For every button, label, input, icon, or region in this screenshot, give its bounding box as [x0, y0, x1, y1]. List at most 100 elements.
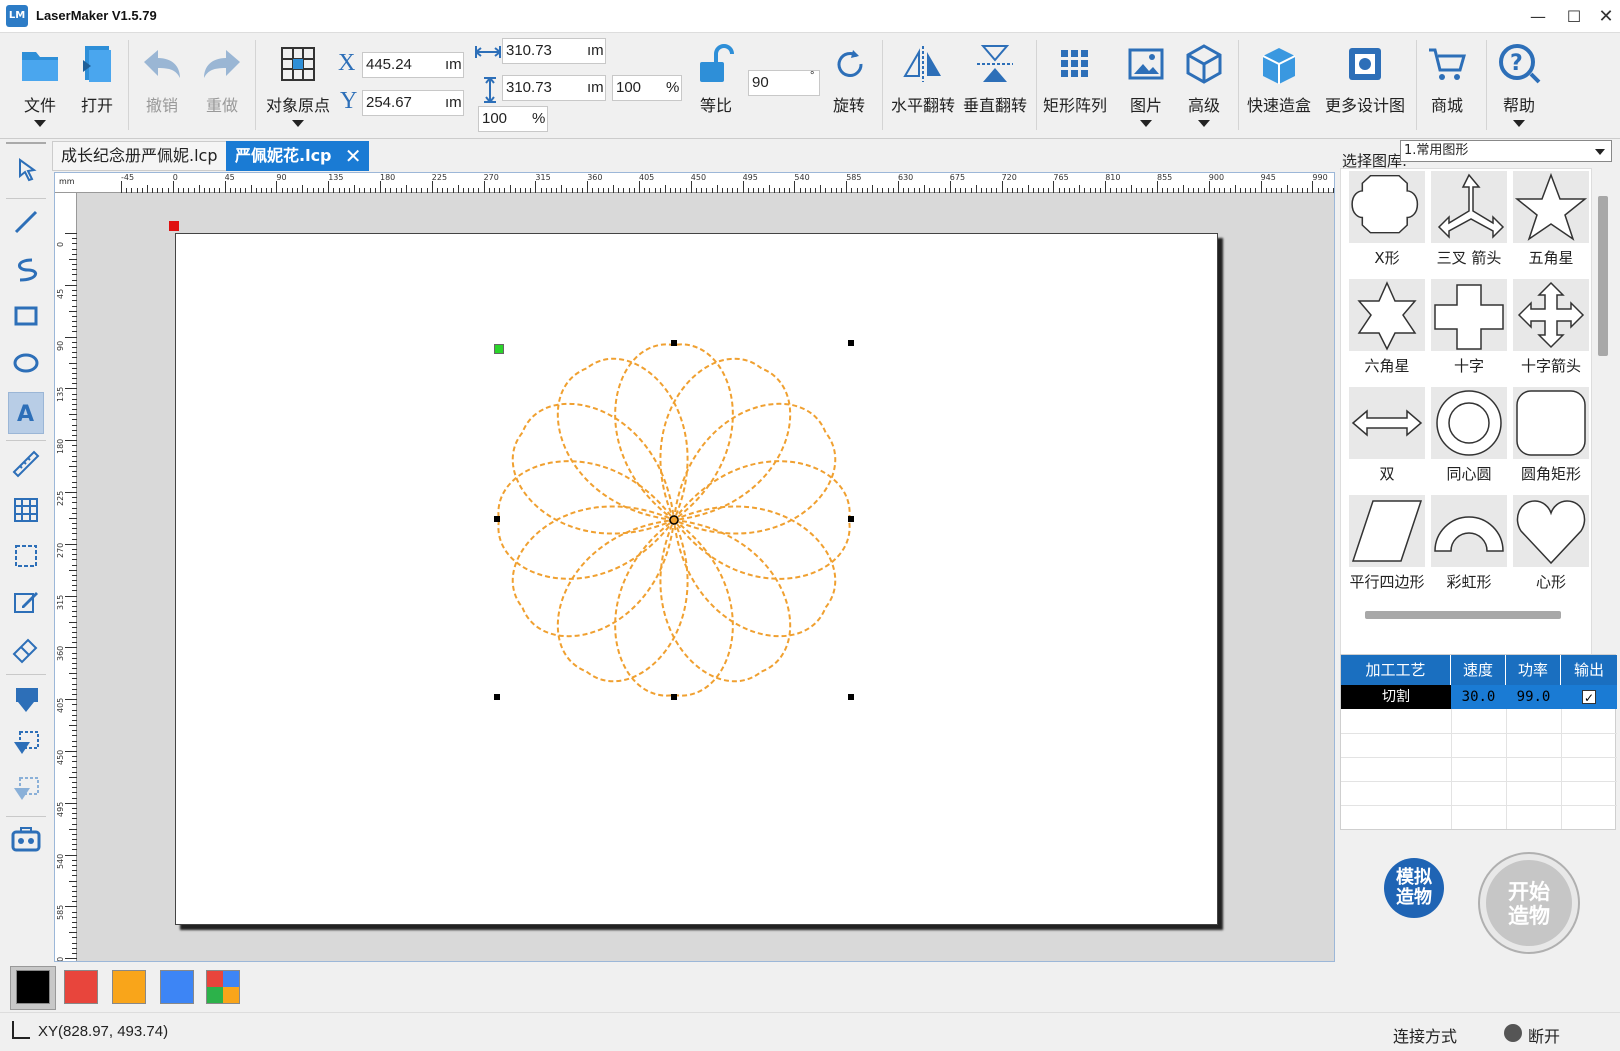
simulate-button[interactable]: 模拟 造物	[1384, 858, 1444, 918]
resize-handle-top[interactable]	[671, 340, 677, 346]
color-swatch-multi[interactable]	[206, 970, 240, 1004]
flower-petal	[672, 402, 837, 535]
axis-icon	[12, 1021, 30, 1039]
color-swatch-orange[interactable]	[112, 970, 146, 1004]
more-designs-button[interactable]: 更多设计图	[1322, 42, 1408, 116]
frame-tool[interactable]	[8, 538, 44, 574]
ruler-tick-label: 540	[56, 853, 65, 869]
ruler-tick-label: 855	[1157, 173, 1173, 182]
ruler-tick-label: 180	[380, 173, 396, 182]
open-button[interactable]: 打开	[72, 42, 122, 116]
shape-item[interactable]	[1349, 495, 1425, 567]
shape-item[interactable]	[1431, 279, 1507, 351]
rect-array-button[interactable]: 矩形阵列	[1040, 42, 1110, 116]
fill-tool[interactable]	[8, 680, 44, 716]
library-h-scrollbar[interactable]	[1365, 611, 1561, 619]
camera-tool[interactable]	[8, 822, 44, 858]
ruler-tick-label: 450	[690, 173, 707, 182]
select-tool[interactable]	[8, 152, 44, 188]
x-axis-label: X	[338, 50, 356, 76]
proportional-lock-button[interactable]: 等比	[690, 42, 742, 116]
vertical-flip-button[interactable]: 垂直翻转	[960, 42, 1030, 116]
close-window-button[interactable]: ✕	[1588, 0, 1620, 33]
text-tool[interactable]: A	[8, 392, 44, 434]
canvas-area[interactable]: mm -45 0 45 90 135 180 225 270 315 360 405 450 495 54…	[54, 172, 1335, 962]
process-cell[interactable]: 切割	[1341, 685, 1451, 709]
resize-handle-left[interactable]	[494, 516, 500, 522]
curve-icon	[18, 258, 37, 282]
tab-growth-album[interactable]: 成长纪念册严佩妮.lcp	[52, 141, 227, 171]
chevron-down-icon	[1595, 149, 1605, 155]
shape-item[interactable]	[1431, 171, 1507, 243]
eraser-tool[interactable]	[8, 630, 44, 666]
maximize-button[interactable]: ☐	[1556, 0, 1592, 33]
shape-label: 圆角矩形	[1520, 465, 1581, 483]
tab-flower[interactable]: 严佩妮花.lcp ✕	[226, 141, 369, 171]
cube-icon	[1182, 42, 1226, 86]
ruler-tick-label: 360	[56, 646, 65, 662]
ellipse-tool[interactable]	[8, 345, 44, 381]
flower-petal	[556, 518, 689, 683]
resize-handle-bottom[interactable]	[671, 694, 677, 700]
output-cell[interactable]: ✓	[1561, 685, 1617, 709]
color-swatch-black[interactable]	[16, 970, 50, 1004]
toolbar: 文件 打开 撤销 重做 对象原点 X Y 445.24 ım 254.67 ım…	[0, 34, 1620, 139]
resize-handle-bottom-right[interactable]	[848, 694, 854, 700]
shape-item[interactable]	[1513, 387, 1589, 459]
library-v-scrollbar[interactable]	[1598, 196, 1608, 356]
resize-handle-top-right[interactable]	[848, 340, 854, 346]
undo-button[interactable]: 撤销	[138, 42, 186, 116]
redo-button[interactable]: 重做	[198, 42, 246, 116]
undo-icon	[140, 42, 184, 86]
file-button[interactable]: 文件	[14, 42, 66, 127]
five-star-icon	[1514, 172, 1588, 241]
fill-outline-tool[interactable]	[8, 772, 44, 808]
shape-item[interactable]	[1513, 279, 1589, 351]
image-button[interactable]: 图片	[1120, 42, 1172, 127]
shape-item[interactable]	[1431, 387, 1507, 459]
object-origin-button[interactable]: 对象原点	[262, 42, 334, 127]
edit-tool[interactable]	[8, 584, 44, 620]
chevron-down-icon	[1513, 120, 1525, 127]
quick-box-button[interactable]: 快速造盒	[1244, 42, 1314, 116]
connection-status-icon	[1504, 1024, 1522, 1042]
output-checkbox[interactable]: ✓	[1582, 690, 1596, 705]
shape-item[interactable]	[1513, 171, 1589, 243]
resize-handle-bottom-left[interactable]	[494, 694, 500, 700]
resize-handle-right[interactable]	[848, 516, 854, 522]
shape-item[interactable]	[1349, 171, 1425, 243]
connection-label[interactable]: 连接方式	[1393, 1023, 1457, 1047]
advanced-button[interactable]: 高级	[1178, 42, 1230, 127]
ruler-tick-label: -45	[121, 173, 135, 182]
start-button[interactable]: 开始 造物	[1480, 854, 1578, 952]
shape-item[interactable]	[1513, 495, 1589, 567]
ruler-tick-label: 675	[949, 173, 966, 182]
rectangle-tool[interactable]	[8, 298, 44, 334]
power-cell[interactable]: 99.0	[1506, 685, 1561, 709]
shape-item[interactable]	[1431, 495, 1507, 567]
table-tool[interactable]	[8, 492, 44, 528]
ruler-tick-label: 360	[587, 173, 603, 182]
heart-icon	[1516, 500, 1586, 565]
rotate-button[interactable]: 旋转	[826, 42, 872, 116]
speed-cell[interactable]: 30.0	[1451, 685, 1506, 709]
shape-item[interactable]	[1349, 387, 1425, 459]
close-tab-icon[interactable]: ✕	[345, 142, 362, 170]
rotation-handle[interactable]	[494, 344, 504, 354]
folder-icon	[18, 42, 62, 86]
line-tool[interactable]	[8, 204, 44, 240]
store-button[interactable]: 商城	[1422, 42, 1472, 116]
minimize-button[interactable]: —	[1520, 0, 1556, 33]
help-button[interactable]: ? 帮助	[1494, 42, 1544, 127]
ruler-tick-label: 450	[56, 749, 65, 765]
fill-area-tool[interactable]	[8, 726, 44, 762]
color-swatch-red[interactable]	[64, 970, 98, 1004]
color-swatch-blue[interactable]	[160, 970, 194, 1004]
library-select[interactable]: 1.常用图形	[1400, 140, 1612, 162]
flower-design[interactable]	[494, 340, 854, 700]
curve-tool[interactable]	[8, 252, 44, 288]
work-area[interactable]	[175, 233, 1218, 925]
horizontal-flip-button[interactable]: 水平翻转	[888, 42, 958, 116]
shape-item[interactable]	[1349, 279, 1425, 351]
measure-tool[interactable]	[8, 446, 44, 482]
